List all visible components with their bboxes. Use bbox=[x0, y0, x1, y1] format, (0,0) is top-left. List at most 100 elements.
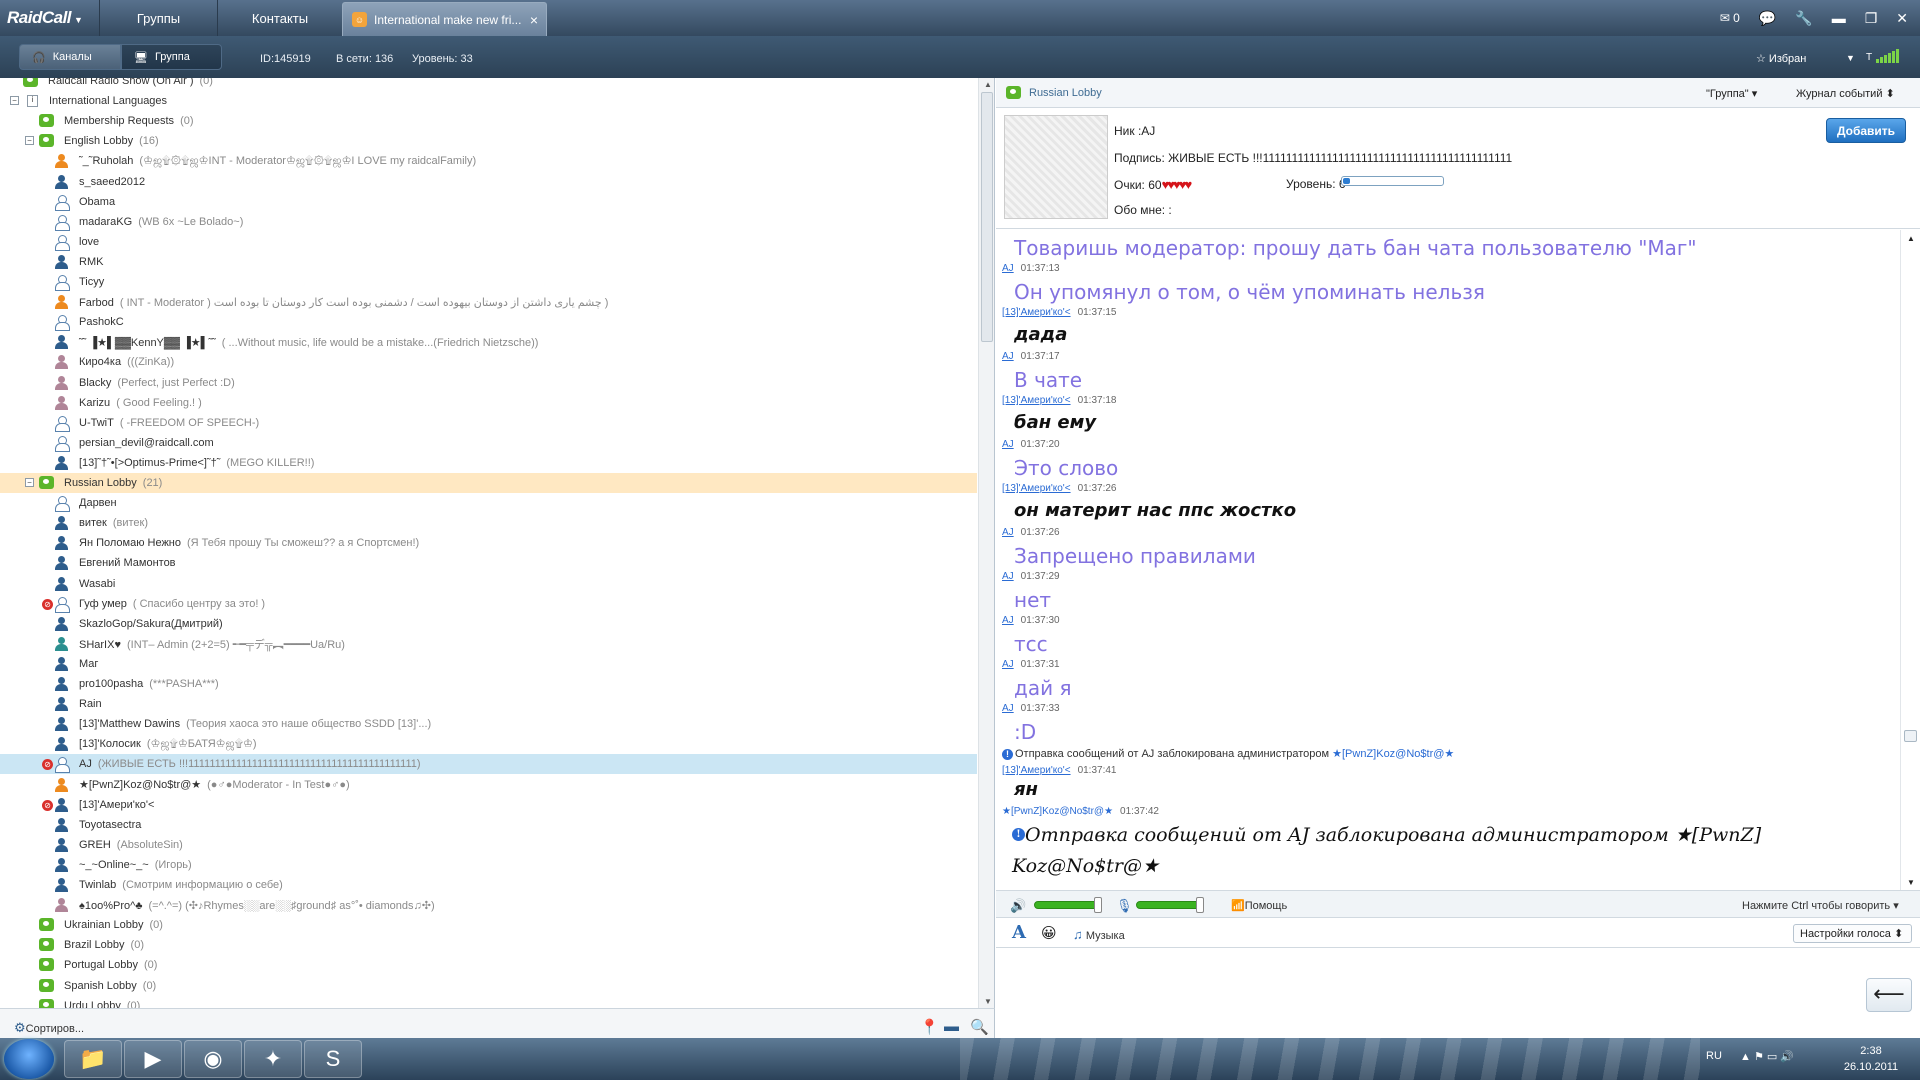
user-row[interactable]: Obama bbox=[0, 192, 977, 212]
channels-button[interactable]: 🎧 Каналы bbox=[19, 44, 121, 70]
channel-row[interactable]: Ukrainian Lobby (0) bbox=[0, 915, 977, 935]
collapse-toggle-icon[interactable]: − bbox=[10, 96, 19, 106]
user-row[interactable]: Twinlab (Смотрим информацию о себе) bbox=[0, 875, 977, 895]
user-row[interactable]: Ян Поломаю Нежно (Я Тебя прошу Ты сможеш?… bbox=[0, 533, 977, 553]
sort-button[interactable]: ⚙Сортиров... bbox=[14, 1020, 84, 1036]
skype-icon[interactable]: S bbox=[304, 1040, 362, 1078]
event-log-dropdown[interactable]: Журнал событий ⬍ bbox=[1796, 87, 1895, 100]
user-row[interactable]: s_saeed2012 bbox=[0, 172, 977, 192]
start-button[interactable] bbox=[4, 1039, 54, 1079]
user-row[interactable]: ˜_˜Ruholah (♔ஜ۩۞۩ஜ♔INT - Moderator♔ஜ۩۞۩ஜ♔… bbox=[0, 151, 977, 171]
collapse-toggle-icon[interactable]: − bbox=[25, 478, 34, 487]
user-row[interactable]: ⊘ Гуф умер ( Спасибо центру за это! ) bbox=[0, 594, 977, 614]
message-author[interactable]: [13]'Амери'ко'< bbox=[1002, 307, 1071, 318]
user-row[interactable]: ~_~Online~_~ (Игорь) bbox=[0, 855, 977, 875]
app-logo[interactable]: RaidCall ▼ bbox=[7, 8, 83, 28]
message-author[interactable]: AJ bbox=[1002, 571, 1014, 582]
tab-groups[interactable]: Группы bbox=[99, 0, 217, 36]
user-row[interactable]: RMK bbox=[0, 252, 977, 272]
user-row[interactable]: Киро4ка (((ZinKa)) bbox=[0, 352, 977, 372]
user-row[interactable]: Blacky (Perfect, just Perfect :D) bbox=[0, 373, 977, 393]
user-row[interactable]: [13]'Колосик (♔ஜ۩♔БАТЯ♔ஜ۩♔) bbox=[0, 734, 977, 754]
user-row[interactable]: SkazloGop/Sakura(Дмитрий) bbox=[0, 614, 977, 634]
settings-icon[interactable]: 🔧 bbox=[1795, 10, 1812, 27]
chevron-down-icon[interactable]: ▼ bbox=[1846, 53, 1855, 63]
user-row[interactable]: GREH (AbsoluteSin) bbox=[0, 835, 977, 855]
user-row[interactable]: Маг bbox=[0, 654, 977, 674]
location-icon[interactable]: 📍 bbox=[920, 1018, 939, 1036]
user-row[interactable]: SHarIX♥ (INT– Admin (2+2=5) ╾━╤デ╦︻━━━━Ua/… bbox=[0, 634, 977, 654]
user-row[interactable]: ★[PwnZ]Koz@No$tr@★ (●♂●Moderator - In Tes… bbox=[0, 775, 977, 795]
language-indicator[interactable]: RU bbox=[1706, 1050, 1722, 1062]
collapse-toggle-icon[interactable]: − bbox=[25, 136, 34, 146]
speaker-volume-slider[interactable] bbox=[1034, 897, 1102, 913]
channel-row[interactable]: − English Lobby (16) bbox=[0, 131, 977, 151]
user-row[interactable]: love bbox=[0, 232, 977, 252]
user-row[interactable]: ˜˜ ▐★▌▓▓KennY▓▓ ▐★▌˜˜ ( ...Without music,… bbox=[0, 332, 977, 352]
chat-scrollbar[interactable]: ▲ ▼ bbox=[1900, 230, 1920, 890]
channel-row[interactable]: Spanish Lobby (0) bbox=[0, 976, 977, 996]
category-row[interactable]: − i International Languages bbox=[0, 91, 977, 111]
message-input[interactable] bbox=[996, 948, 1920, 1038]
help-link[interactable]: 📶Помощь bbox=[1231, 899, 1287, 912]
tray-icons[interactable]: ▲ ⚑ ▭ 🔊 bbox=[1740, 1050, 1794, 1063]
channel-row[interactable]: Brazil Lobby (0) bbox=[0, 935, 977, 955]
message-author[interactable]: [13]'Амери'ко'< bbox=[1002, 483, 1071, 494]
user-row[interactable]: ⊘ [13]'Амери'ко'< bbox=[0, 795, 977, 815]
user-row[interactable]: Дарвен bbox=[0, 493, 977, 513]
font-icon[interactable]: A bbox=[1012, 922, 1026, 943]
user-row[interactable]: Ticyy bbox=[0, 272, 977, 292]
send-button[interactable]: ⟵ bbox=[1866, 978, 1912, 1012]
message-author[interactable]: [13]'Амери'ко'< bbox=[1002, 765, 1071, 776]
close-tab-icon[interactable]: × bbox=[530, 12, 538, 28]
channel-row[interactable]: Membership Requests (0) bbox=[0, 111, 977, 131]
channel-row[interactable]: − Russian Lobby (21) bbox=[0, 473, 977, 493]
mail-icon[interactable]: ✉ 0 bbox=[1720, 11, 1740, 25]
minimize-icon[interactable]: ▬ bbox=[1832, 10, 1846, 26]
user-row[interactable]: Karizu ( Good Feeling.! ) bbox=[0, 393, 977, 413]
explorer-icon[interactable]: 📁 bbox=[64, 1040, 122, 1078]
user-row[interactable]: persian_devil@raidcall.com bbox=[0, 433, 977, 453]
user-row[interactable]: Евгений Мамонтов bbox=[0, 553, 977, 573]
user-row[interactable]: ♠1oo%Pro^♣ (=^.^=) (✣♪Rhymes░░are░░♯groun… bbox=[0, 895, 977, 915]
group-button[interactable]: 🖥 Группа bbox=[121, 44, 222, 70]
raidcall-taskbar-icon[interactable]: ✦ bbox=[244, 1040, 302, 1078]
chrome-icon[interactable]: ◉ bbox=[184, 1040, 242, 1078]
message-author[interactable]: [13]'Амери'ко'< bbox=[1002, 395, 1071, 406]
message-author[interactable]: AJ bbox=[1002, 703, 1014, 714]
user-row[interactable]: pro100pasha (***PASHA***) bbox=[0, 674, 977, 694]
smiley-icon[interactable]: 😀 bbox=[1041, 924, 1057, 942]
close-icon[interactable]: ✕ bbox=[1896, 10, 1908, 27]
maximize-icon[interactable]: ❐ bbox=[1865, 10, 1878, 27]
message-author[interactable]: AJ bbox=[1002, 659, 1014, 670]
user-row[interactable]: витек (витек) bbox=[0, 513, 977, 533]
clock[interactable]: 2:38 26.10.2011 bbox=[1828, 1043, 1914, 1075]
push-to-talk-mode[interactable]: Нажмите Ctrl чтобы говорить ▾ bbox=[1742, 899, 1899, 912]
channel-row[interactable]: Urdu Lobby (0) bbox=[0, 996, 977, 1008]
user-row[interactable]: Toyotasectra bbox=[0, 815, 977, 835]
user-row[interactable]: madaraKG (WB 6x ~Le Bolado~) bbox=[0, 212, 977, 232]
media-player-icon[interactable]: ▶ bbox=[124, 1040, 182, 1078]
search-icon[interactable]: 🔍 bbox=[970, 1018, 989, 1036]
speaker-icon[interactable]: 🔊 bbox=[1010, 898, 1026, 914]
message-author[interactable]: AJ bbox=[1002, 439, 1014, 450]
tab-contacts[interactable]: Контакты bbox=[217, 0, 342, 36]
user-row[interactable]: Wasabi bbox=[0, 574, 977, 594]
message-author[interactable]: AJ bbox=[1002, 527, 1014, 538]
channel-row[interactable]: Raidcall Radio Show (On Air ) (0) bbox=[0, 78, 977, 91]
user-row[interactable]: PashokC bbox=[0, 312, 977, 332]
message-author[interactable]: AJ bbox=[1002, 351, 1014, 362]
tree-scrollbar[interactable]: ▲ ▼ bbox=[978, 78, 994, 1008]
voice-settings-dropdown[interactable]: Настройки голоса ⬍ bbox=[1793, 924, 1912, 943]
music-button[interactable]: ♫ Музыка bbox=[1073, 927, 1125, 942]
mic-volume-slider[interactable] bbox=[1136, 897, 1204, 913]
add-friend-button[interactable]: Добавить bbox=[1826, 118, 1906, 143]
favorites-button[interactable]: ☆ Избран bbox=[1756, 52, 1806, 65]
tab-channel-window[interactable]: ☺ International make new fri... × bbox=[342, 2, 547, 36]
microphone-icon[interactable]: 🎙 bbox=[1116, 898, 1133, 914]
channel-row[interactable]: Portugal Lobby (0) bbox=[0, 955, 977, 975]
chat-icon[interactable]: 💬 bbox=[1759, 10, 1776, 27]
collapse-icon[interactable]: ▬ bbox=[944, 1018, 959, 1035]
user-row[interactable]: U-TwiT ( -FREEDOM OF SPEECH-) bbox=[0, 413, 977, 433]
user-row[interactable]: Farbod ( INT - Moderator ) چشم یاری داشتن… bbox=[0, 292, 977, 312]
